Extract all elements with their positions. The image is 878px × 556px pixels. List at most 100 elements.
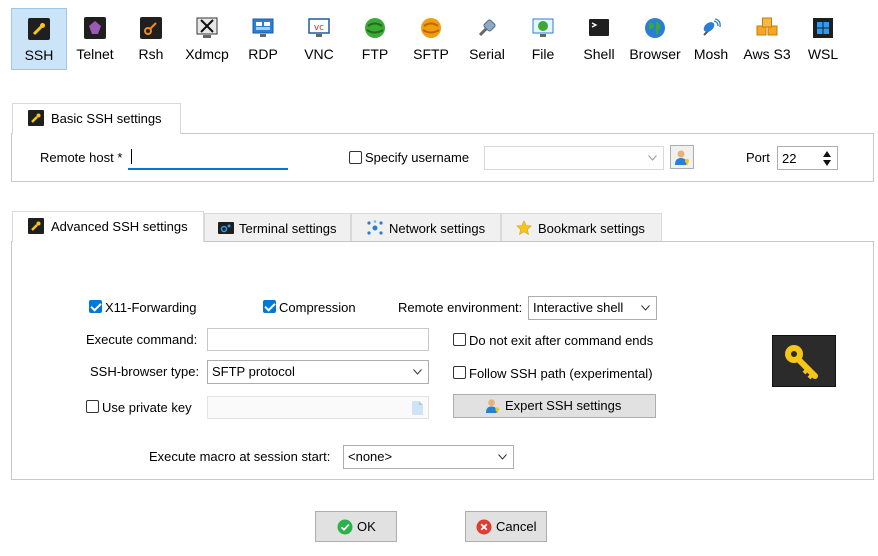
- session-type-label: WSL: [807, 46, 839, 62]
- session-type-label: Mosh: [693, 46, 729, 62]
- follow-ssh-path-label: Follow SSH path (experimental): [469, 366, 653, 381]
- session-type-mosh[interactable]: Mosh: [683, 8, 739, 70]
- tab-bookmark-settings[interactable]: Bookmark settings: [501, 213, 662, 242]
- session-type-label: Shell: [583, 46, 615, 62]
- remote-host-input[interactable]: [128, 146, 288, 170]
- specify-username-checkbox[interactable]: [349, 151, 362, 164]
- spin-down-icon[interactable]: [823, 160, 831, 166]
- session-type-aws-s3[interactable]: Aws S3: [739, 8, 795, 70]
- remote-environment-select[interactable]: Interactive shell: [528, 296, 657, 320]
- do-not-exit-label: Do not exit after command ends: [469, 333, 654, 348]
- tab-label: Bookmark settings: [538, 221, 645, 236]
- ok-button[interactable]: OK: [315, 511, 397, 542]
- rsh-icon: [140, 17, 162, 39]
- aws-s3-icon: [756, 17, 778, 36]
- follow-ssh-path-checkbox[interactable]: [453, 366, 466, 379]
- session-type-browser[interactable]: Browser: [627, 8, 683, 70]
- private-key-path-input[interactable]: [207, 396, 429, 419]
- tab-terminal-settings[interactable]: Terminal settings: [204, 213, 351, 242]
- ssh-browser-type-value: SFTP protocol: [212, 364, 295, 379]
- session-type-xdmcp[interactable]: Xdmcp: [179, 8, 235, 70]
- session-type-shell[interactable]: Shell: [571, 8, 627, 70]
- expert-ssh-settings-button[interactable]: Expert SSH settings: [453, 394, 656, 418]
- remote-environment-label: Remote environment:: [398, 300, 523, 315]
- chevron-down-icon: [498, 454, 507, 460]
- svg-text:vc: vc: [314, 23, 324, 33]
- session-type-label: Rsh: [138, 46, 164, 62]
- wsl-icon: [813, 18, 833, 38]
- tab-label: Network settings: [389, 221, 486, 236]
- tab-basic-ssh-settings[interactable]: Basic SSH settings: [12, 103, 181, 134]
- serial-icon: [478, 19, 496, 37]
- session-type-serial[interactable]: Serial: [459, 8, 515, 70]
- file-browse-icon[interactable]: [412, 401, 423, 415]
- session-type-file[interactable]: File: [515, 8, 571, 70]
- user-key-icon: [485, 399, 500, 414]
- ssh-icon: [28, 18, 50, 40]
- compression-checkbox[interactable]: [263, 300, 276, 313]
- chevron-down-icon: [641, 305, 650, 311]
- use-private-key-checkbox[interactable]: [86, 400, 99, 413]
- x11-forwarding-label: X11-Forwarding: [105, 300, 197, 315]
- ssh-key-graphic: [772, 335, 836, 387]
- x11-forwarding-checkbox[interactable]: [89, 300, 102, 313]
- session-type-label: VNC: [304, 46, 334, 62]
- close-circle-icon: [476, 519, 492, 535]
- tab-advanced-ssh-settings[interactable]: Advanced SSH settings: [12, 211, 204, 242]
- session-type-rsh[interactable]: Rsh: [123, 8, 179, 70]
- specify-username-label: Specify username: [365, 150, 470, 165]
- session-type-label: SFTP: [413, 46, 449, 62]
- session-type-label: Browser: [629, 46, 681, 62]
- execute-macro-value: <none>: [348, 449, 393, 464]
- port-spinner[interactable]: 22: [777, 146, 838, 170]
- cancel-button[interactable]: Cancel: [465, 511, 547, 542]
- shell-icon: [589, 19, 609, 36]
- session-type-label: Xdmcp: [185, 46, 229, 62]
- port-value: 22: [782, 151, 797, 166]
- session-type-label: FTP: [361, 46, 389, 62]
- star-icon: [516, 220, 532, 236]
- session-type-label: SSH: [24, 47, 54, 63]
- remote-environment-value: Interactive shell: [533, 300, 624, 315]
- use-private-key-label: Use private key: [102, 400, 192, 415]
- browser-icon: [645, 18, 665, 38]
- session-type-toolbar: SSH Telnet Rsh Xdmcp RDP vc VNC FTP SFTP…: [11, 8, 871, 72]
- execute-macro-label: Execute macro at session start:: [149, 449, 331, 464]
- session-type-wsl[interactable]: WSL: [795, 8, 851, 70]
- session-type-label: Serial: [469, 46, 505, 62]
- network-icon: [367, 220, 383, 235]
- session-type-label: Aws S3: [743, 46, 791, 62]
- execute-command-label: Execute command:: [86, 332, 198, 347]
- do-not-exit-checkbox[interactable]: [453, 333, 466, 346]
- cancel-label: Cancel: [496, 519, 537, 534]
- rdp-icon: [252, 18, 274, 37]
- session-type-ssh[interactable]: SSH: [11, 8, 67, 70]
- ssh-browser-type-select[interactable]: SFTP protocol: [207, 360, 429, 384]
- session-type-ftp[interactable]: FTP: [347, 8, 403, 70]
- tab-label: Terminal settings: [239, 221, 337, 236]
- remote-host-label: Remote host *: [40, 150, 123, 165]
- user-manager-button[interactable]: [670, 145, 694, 169]
- text-cursor: [131, 149, 132, 164]
- wrench-icon: [28, 110, 44, 126]
- expert-ssh-settings-label: Expert SSH settings: [505, 398, 622, 413]
- spin-up-icon[interactable]: [823, 151, 831, 157]
- ssh-browser-type-label: SSH-browser type:: [90, 364, 200, 379]
- session-type-vnc[interactable]: vc VNC: [291, 8, 347, 70]
- telnet-icon: [84, 17, 106, 39]
- chevron-down-icon: [648, 155, 657, 161]
- xdmcp-icon: [196, 17, 218, 38]
- tab-network-settings[interactable]: Network settings: [351, 213, 501, 242]
- execute-command-input[interactable]: [207, 328, 429, 351]
- session-type-rdp[interactable]: RDP: [235, 8, 291, 70]
- compression-label: Compression: [279, 300, 356, 315]
- username-select[interactable]: [484, 146, 664, 170]
- terminal-icon: [218, 222, 234, 234]
- session-type-telnet[interactable]: Telnet: [67, 8, 123, 70]
- sftp-icon: [421, 18, 441, 38]
- port-label: Port: [746, 150, 770, 165]
- session-type-sftp[interactable]: SFTP: [403, 8, 459, 70]
- tab-label: Advanced SSH settings: [51, 219, 188, 234]
- execute-macro-select[interactable]: <none>: [343, 445, 514, 469]
- wrench-icon: [28, 218, 44, 234]
